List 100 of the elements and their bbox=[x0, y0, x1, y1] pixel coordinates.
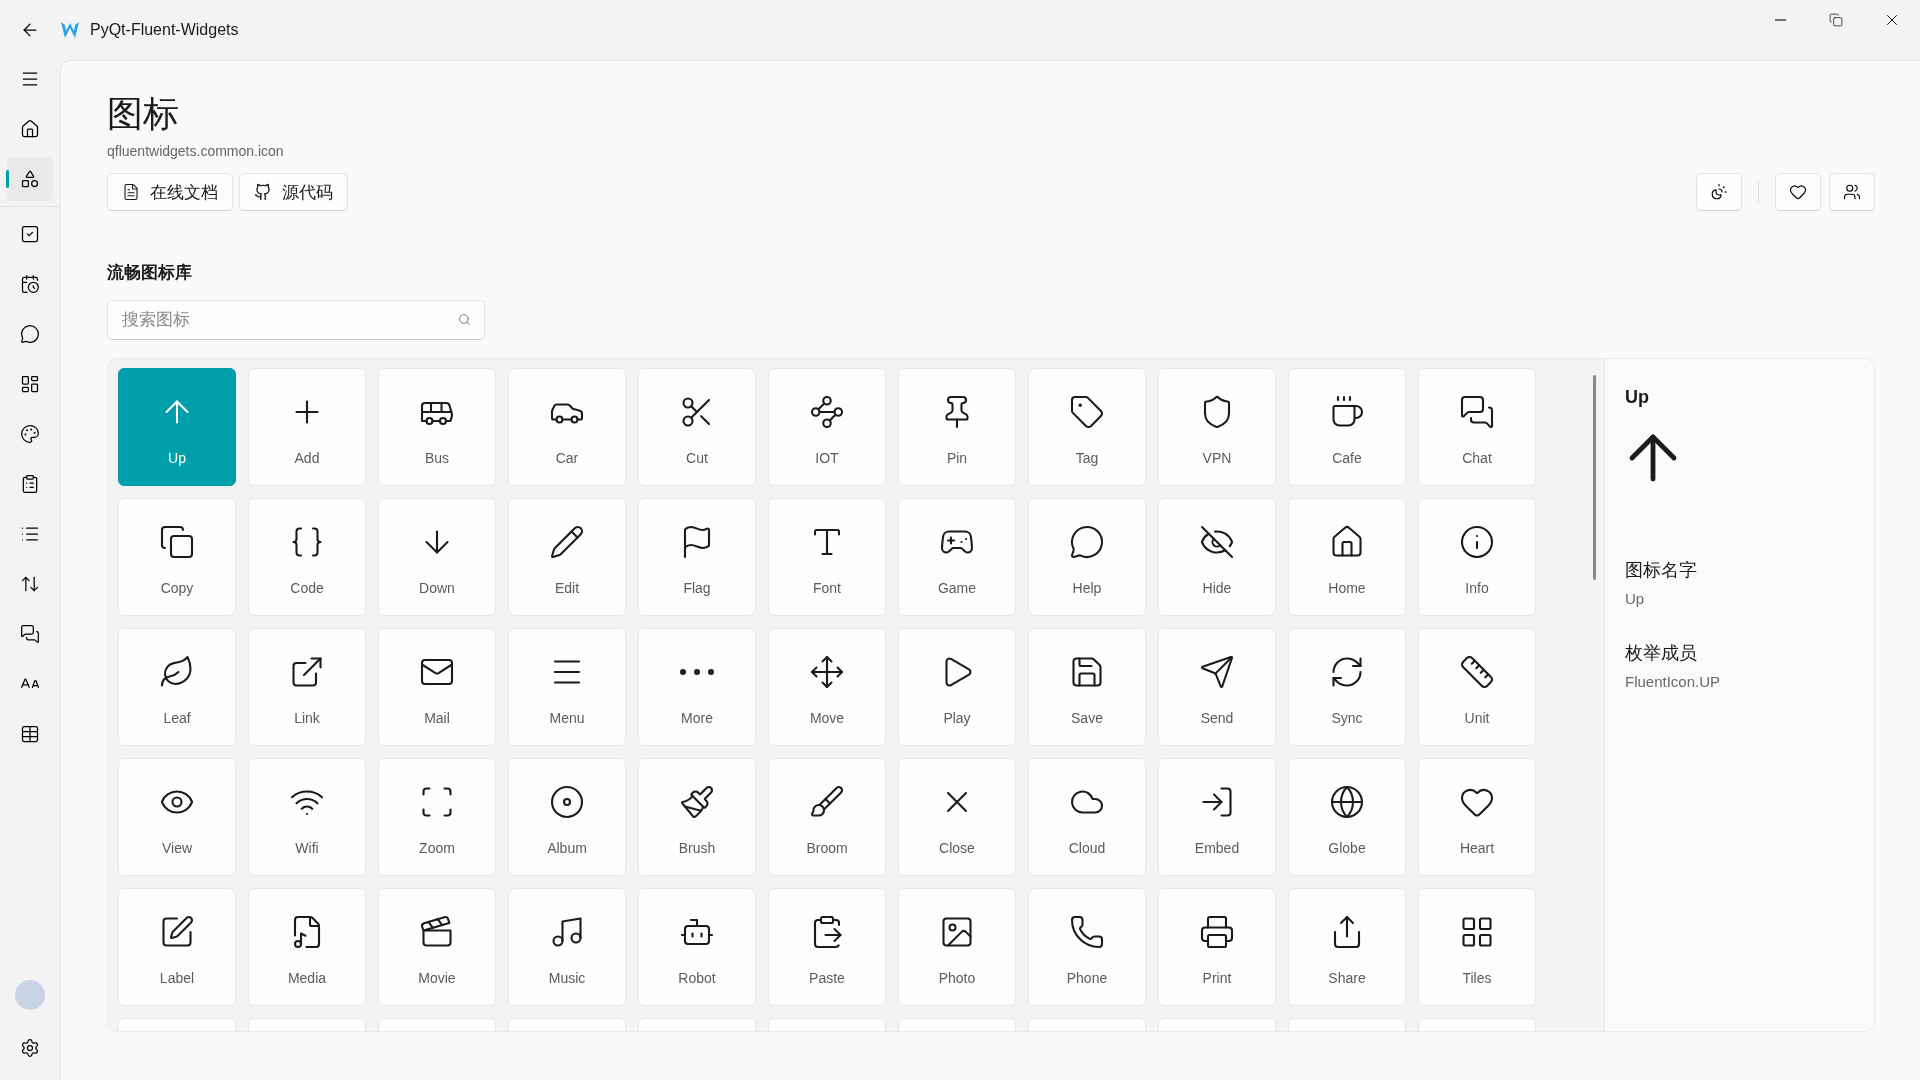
logo-icon bbox=[60, 21, 80, 39]
icon-card[interactable]: Copy bbox=[118, 498, 236, 616]
icon-card[interactable]: Save bbox=[1028, 628, 1146, 746]
sort-icon bbox=[20, 574, 40, 594]
icon-card[interactable]: Photo bbox=[898, 888, 1016, 1006]
minimize-icon bbox=[1774, 19, 1786, 21]
theme-button[interactable] bbox=[1696, 173, 1742, 211]
edit-icon bbox=[159, 914, 195, 950]
clipboard-icon bbox=[20, 474, 40, 494]
icon-label: Help bbox=[1072, 580, 1102, 596]
icon-label: Mail bbox=[424, 710, 450, 726]
icon-card[interactable]: Mail bbox=[378, 628, 496, 746]
icon-label: More bbox=[681, 710, 713, 726]
icon-card[interactable]: Media bbox=[248, 888, 366, 1006]
icon-label: Print bbox=[1202, 970, 1232, 986]
icon-card[interactable]: Code bbox=[248, 498, 366, 616]
icon-card[interactable]: Embed bbox=[1158, 758, 1276, 876]
icon-card[interactable]: Brush bbox=[638, 758, 756, 876]
scrollbar-thumb[interactable] bbox=[1593, 375, 1596, 580]
tiles-icon bbox=[1459, 914, 1495, 950]
source-button[interactable]: 源代码 bbox=[239, 173, 348, 211]
icon-card[interactable]: Link bbox=[248, 628, 366, 746]
icon-card[interactable]: Car bbox=[508, 368, 626, 486]
zoom-icon bbox=[419, 784, 455, 820]
cup-icon bbox=[1329, 394, 1365, 430]
docs-button[interactable]: 在线文档 bbox=[107, 173, 233, 211]
icons-nav-item[interactable] bbox=[7, 157, 53, 201]
icon-card[interactable]: Play bbox=[898, 628, 1016, 746]
icon-card[interactable]: Home bbox=[1288, 498, 1406, 616]
icon-card[interactable]: Close bbox=[898, 758, 1016, 876]
icon-card[interactable]: Zoom bbox=[378, 758, 496, 876]
icon-card[interactable]: More bbox=[638, 628, 756, 746]
icon-label: Tag bbox=[1075, 450, 1099, 466]
icon-card[interactable]: View bbox=[118, 758, 236, 876]
icon-card[interactable]: Bus bbox=[378, 368, 496, 486]
icon-label: Cafe bbox=[1332, 450, 1362, 466]
tag-icon bbox=[1069, 394, 1105, 430]
feedback-button[interactable] bbox=[1829, 173, 1875, 211]
icon-card[interactable]: Tag bbox=[1028, 368, 1146, 486]
icon-card[interactable]: Heart bbox=[1418, 758, 1536, 876]
icon-label: Wifi bbox=[295, 840, 319, 856]
icon-card[interactable]: Cut bbox=[638, 368, 756, 486]
icon-card[interactable]: Movie bbox=[378, 888, 496, 1006]
icon-label: Brush bbox=[678, 840, 716, 856]
icon-card[interactable]: Flag bbox=[638, 498, 756, 616]
favorite-button[interactable] bbox=[1775, 173, 1821, 211]
eye-off-icon bbox=[1199, 524, 1235, 560]
icon-card[interactable]: IOT bbox=[768, 368, 886, 486]
icon-card[interactable]: Wifi bbox=[248, 758, 366, 876]
icon-label: Cloud bbox=[1068, 840, 1106, 856]
icon-card[interactable]: VPN bbox=[1158, 368, 1276, 486]
icon-card[interactable]: Edit bbox=[508, 498, 626, 616]
icon-card[interactable]: Down bbox=[378, 498, 496, 616]
icon-card[interactable]: Print bbox=[1158, 888, 1276, 1006]
icon-card[interactable]: Unit bbox=[1418, 628, 1536, 746]
window-title: PyQt-Fluent-Widgets bbox=[90, 21, 239, 39]
section-title: 流畅图标库 bbox=[107, 262, 193, 284]
move-icon bbox=[809, 654, 845, 690]
icon-card[interactable]: Menu bbox=[508, 628, 626, 746]
icon-card[interactable]: Tiles bbox=[1418, 888, 1536, 1006]
icon-card[interactable]: Globe bbox=[1288, 758, 1406, 876]
icon-card[interactable]: Sync bbox=[1288, 628, 1406, 746]
icon-card[interactable]: Cloud bbox=[1028, 758, 1146, 876]
icon-card[interactable]: Help bbox=[1028, 498, 1146, 616]
copy-icon bbox=[159, 524, 195, 560]
icon-card[interactable]: Label bbox=[118, 888, 236, 1006]
more-icon bbox=[679, 669, 715, 675]
icon-label: Font bbox=[813, 580, 841, 596]
icon-label: Close bbox=[939, 840, 975, 856]
icon-label: Embed bbox=[1194, 840, 1240, 856]
icon-card[interactable]: Info bbox=[1418, 498, 1536, 616]
icon-card[interactable]: Game bbox=[898, 498, 1016, 616]
icon-card[interactable]: Font bbox=[768, 498, 886, 616]
icon-card[interactable]: Leaf bbox=[118, 628, 236, 746]
icon-label: Cut bbox=[686, 450, 708, 466]
icon-label: Code bbox=[290, 580, 324, 596]
icon-card[interactable]: Broom bbox=[768, 758, 886, 876]
icon-label: Up bbox=[168, 450, 186, 466]
icon-card[interactable]: Share bbox=[1288, 888, 1406, 1006]
icon-card[interactable]: Chat bbox=[1418, 368, 1536, 486]
icon-card[interactable]: Robot bbox=[638, 888, 756, 1006]
save-icon bbox=[1069, 654, 1105, 690]
icon-label: Info bbox=[1465, 580, 1489, 596]
icon-card[interactable]: Cafe bbox=[1288, 368, 1406, 486]
icon-card[interactable]: Hide bbox=[1158, 498, 1276, 616]
detail-value: FluentIcon.UP bbox=[1625, 673, 1722, 690]
icon-card[interactable]: Music bbox=[508, 888, 626, 1006]
icon-card[interactable]: Pin bbox=[898, 368, 1016, 486]
icon-card[interactable]: Paste bbox=[768, 888, 886, 1006]
icon-card[interactable]: Album bbox=[508, 758, 626, 876]
home-icon bbox=[20, 119, 40, 139]
icon-card[interactable]: Phone bbox=[1028, 888, 1146, 1006]
icon-card[interactable]: Move bbox=[768, 628, 886, 746]
palette-icon bbox=[20, 424, 40, 444]
search-icon[interactable] bbox=[458, 313, 471, 326]
icon-card[interactable]: Send bbox=[1158, 628, 1276, 746]
sync-icon bbox=[1329, 654, 1365, 690]
icon-card[interactable]: Add bbox=[248, 368, 366, 486]
search-field[interactable]: 搜索图标 bbox=[107, 300, 485, 340]
icon-label: Label bbox=[159, 970, 195, 986]
